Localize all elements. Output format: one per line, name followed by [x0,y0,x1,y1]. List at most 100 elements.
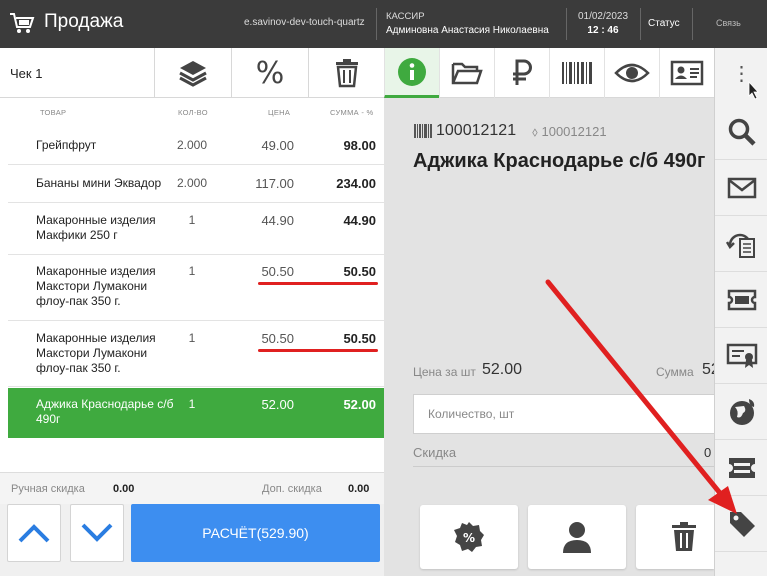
top-bar: Продажа e.savinov-dev-touch-quartz КАССИ… [0,0,767,48]
return-receipt-button[interactable] [715,216,767,272]
date: 01/02/2023 [577,11,629,22]
chevron-up-icon [18,524,50,543]
table-row[interactable]: Макаронные изделия Макфики 250 г 1 44.90… [8,203,384,255]
sum-value: 52 [702,361,714,378]
check-label[interactable]: Чек 1 [10,66,42,81]
trash-icon [335,59,358,88]
discount-value: 0 [704,445,712,460]
table-row[interactable]: Макаронные изделия Макстори Лумакони фло… [8,321,384,387]
item-name: Макаронные изделия Макстори Лумакони фло… [36,264,156,308]
product-code-value: 100012121 [541,124,607,139]
discount-badge-icon: % [454,522,484,552]
user-icon [563,522,591,553]
tab-folder[interactable] [439,48,494,98]
certificate-button[interactable] [715,328,767,384]
right-sidebar: ⋮ [714,48,767,576]
globe-leaf-icon [729,398,754,425]
price-label: Цена за шт [413,365,476,379]
price-value: 52.00 [482,361,523,378]
page-title: Продажа [44,11,124,32]
cashier-name: Админовна Анастасия Николаевна [386,25,549,36]
tab-barcodes[interactable] [549,48,604,98]
folder-icon [451,62,483,85]
item-qty: 2.000 [176,138,208,152]
coupon-icon [728,457,755,478]
coupon-button[interactable] [715,440,767,496]
table-row-selected[interactable]: Аджика Краснодарье с/б 490г 1 52.00 52.0… [8,388,384,438]
check-items-list: Грейпфрут 2.000 49.00 98.00 Бананы мини … [0,126,384,472]
divider [413,466,714,467]
tag-icon: ⬨ [532,124,538,139]
item-sum: 50.50 [343,264,376,279]
layers-button[interactable] [154,48,231,98]
product-tabs [384,48,714,98]
price-tag-button[interactable] [715,496,767,552]
mail-icon [727,177,756,198]
item-name: Грейпфрут [36,138,97,152]
messages-button[interactable] [715,160,767,216]
table-row[interactable]: Макаронные изделия Макстори Лумакони фло… [8,255,384,321]
product-barcode: 100012121 [436,122,517,139]
column-header-price: ЦЕНА [268,108,291,117]
item-qty: 2.000 [176,176,208,190]
pay-button[interactable]: РАСЧЁТ(529.90) [131,504,380,562]
item-price: 50.50 [261,331,294,346]
tab-price[interactable] [494,48,549,98]
item-qty: 1 [188,213,196,227]
item-discount-button[interactable]: % [420,505,518,569]
divider [376,8,377,40]
info-icon [398,57,426,86]
scroll-up-button[interactable] [7,504,61,562]
status-button[interactable]: Статус [648,18,680,29]
discount-label: Скидка [413,445,457,460]
tab-view[interactable] [604,48,659,98]
item-sum: 234.00 [336,176,376,191]
product-code: ⬨ 100012121 [532,124,607,140]
item-sum: 52.00 [343,397,376,412]
more-menu-button[interactable]: ⋮ [715,48,767,98]
item-name: Макаронные изделия Макстори Лумакони фло… [36,331,156,375]
cashier-role: КАССИР [386,11,425,22]
table-row[interactable]: Грейпфрут 2.000 49.00 98.00 [8,126,384,165]
layers-icon [179,61,207,87]
table-header: ТОВАР КОЛ-ВО ЦЕНА СУММА - % [0,98,384,126]
trash-icon [672,522,696,551]
annotation-underline [258,349,378,352]
svg-text:%: % [463,531,475,545]
ticket-icon [727,289,756,310]
percent-icon: % [255,55,285,91]
item-sum: 44.90 [343,213,376,228]
link-button[interactable]: Связь [716,18,741,28]
delete-item-button[interactable] [636,505,714,569]
barcode-icon [414,124,432,138]
ticket-button[interactable] [715,272,767,328]
search-button[interactable] [715,104,767,160]
product-name: Аджика Краснодарье с/б 490г [413,150,706,172]
discount-percent-button[interactable]: % [231,48,308,98]
divider [692,8,693,40]
eye-icon [614,63,650,83]
scroll-down-button[interactable] [70,504,124,562]
tab-card[interactable] [659,48,714,98]
divider [640,8,641,40]
divider [566,8,567,40]
manual-discount-label: Ручная скидка [11,483,85,495]
item-price: 52.00 [261,397,294,412]
certificate-icon [726,343,757,368]
time: 12 : 46 [587,25,619,36]
sum-label: Сумма [656,365,694,379]
item-qty: 1 [188,264,196,278]
tab-info[interactable] [384,48,439,98]
item-price: 44.90 [261,213,294,228]
seller-button[interactable] [528,505,626,569]
bonus-button[interactable] [715,384,767,440]
delete-check-button[interactable] [308,48,384,98]
column-header-sum: СУММА - % [330,108,374,117]
table-row[interactable]: Бананы мини Эквадор 2.000 117.00 234.00 [8,165,384,203]
ruble-icon [513,59,532,85]
server-name: e.savinov-dev-touch-quartz [244,17,365,28]
quantity-input[interactable] [413,394,714,434]
product-details: 100012121 ⬨ 100012121 Аджика Краснодарье… [384,98,714,576]
item-name: Макаронные изделия Макфики 250 г [36,213,156,242]
search-icon [728,118,756,146]
